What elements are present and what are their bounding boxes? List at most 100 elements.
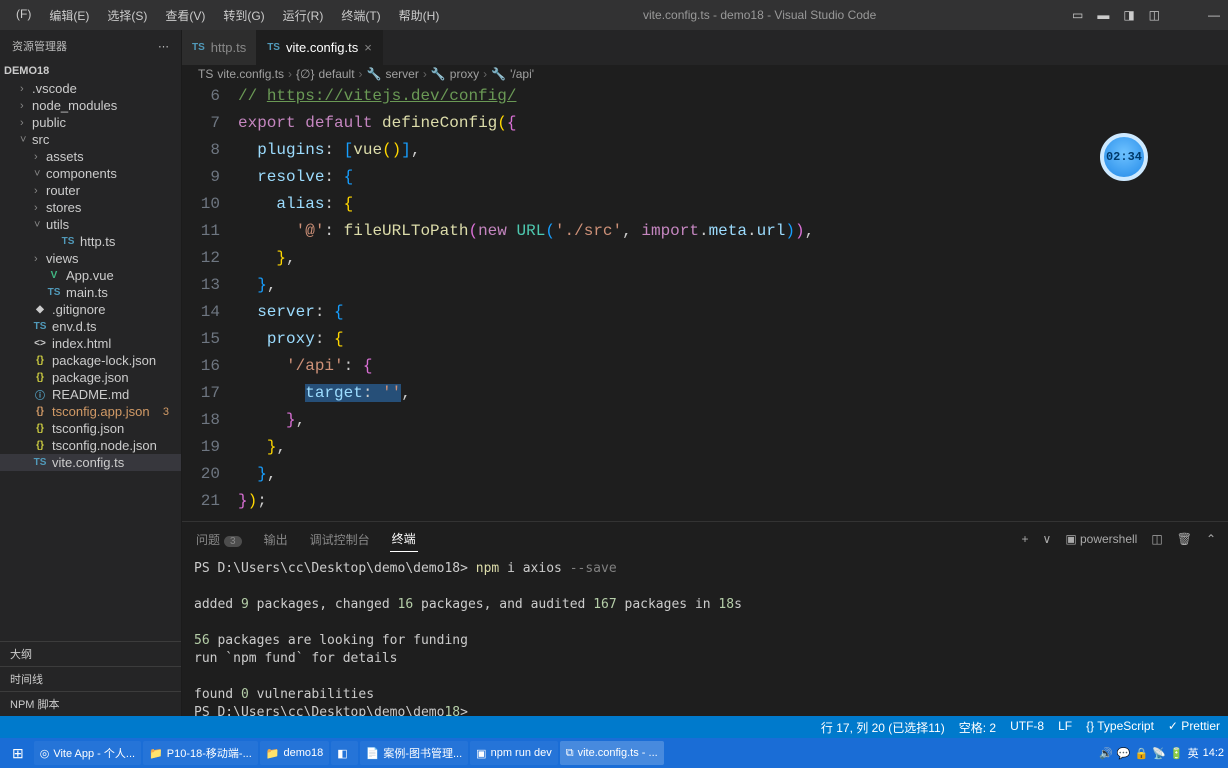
folder-item[interactable]: ˅src bbox=[0, 131, 181, 148]
npm-scripts-section[interactable]: NPM 脚本 bbox=[0, 691, 181, 716]
taskbar-item[interactable]: 📄案例-图书管理... bbox=[360, 741, 469, 765]
trash-icon[interactable]: 🗑 bbox=[1177, 532, 1192, 546]
status-item[interactable]: {} TypeScript bbox=[1086, 719, 1154, 736]
tray-item[interactable]: 💬 bbox=[1117, 747, 1131, 760]
timeline-section[interactable]: 时间线 bbox=[0, 666, 181, 691]
file-item[interactable]: {}tsconfig.app.json3 bbox=[0, 403, 181, 420]
panel-tab[interactable]: 输出 bbox=[262, 527, 290, 552]
code-line[interactable]: }); bbox=[238, 488, 1228, 515]
outline-section[interactable]: 大纲 bbox=[0, 641, 181, 666]
code-line[interactable]: '@': fileURLToPath(new URL('./src', impo… bbox=[238, 218, 1228, 245]
taskbar-item[interactable]: ▣npm run dev bbox=[470, 741, 558, 765]
folder-item[interactable]: ›assets bbox=[0, 148, 181, 165]
folder-item[interactable]: ›stores bbox=[0, 199, 181, 216]
menu-item[interactable]: 运行(R) bbox=[275, 5, 332, 26]
menu-item[interactable]: 帮助(H) bbox=[391, 5, 448, 26]
start-icon[interactable]: ⊞ bbox=[4, 745, 32, 762]
code-area[interactable]: // https://vitejs.dev/config/export defa… bbox=[238, 83, 1228, 521]
chevron-up-icon[interactable]: ⌃ bbox=[1206, 532, 1216, 546]
code-line[interactable]: }, bbox=[238, 407, 1228, 434]
code-line[interactable]: target: '', bbox=[238, 380, 1228, 407]
code-line[interactable]: export default defineConfig({ bbox=[238, 110, 1228, 137]
editor-tab[interactable]: TShttp.ts bbox=[182, 30, 257, 65]
taskbar-item[interactable]: ⧉vite.config.ts - ... bbox=[560, 741, 664, 765]
folder-item[interactable]: ›router bbox=[0, 182, 181, 199]
folder-item[interactable]: ›node_modules bbox=[0, 97, 181, 114]
editor-tab[interactable]: TSvite.config.ts× bbox=[257, 30, 383, 65]
menu-item[interactable]: (F) bbox=[8, 5, 39, 26]
shell-label[interactable]: ▣ powershell bbox=[1065, 532, 1137, 546]
tray-item[interactable]: 🔊 bbox=[1099, 747, 1113, 760]
tray-item[interactable]: 14:2 bbox=[1203, 747, 1224, 759]
file-item[interactable]: TSvite.config.ts bbox=[0, 454, 181, 471]
taskbar-item[interactable]: ◎Vite App - 个人... bbox=[34, 741, 141, 765]
sidebar-icon[interactable]: ◨ bbox=[1123, 8, 1134, 22]
code-line[interactable]: resolve: { bbox=[238, 164, 1228, 191]
close-icon[interactable]: × bbox=[364, 40, 372, 55]
status-item[interactable]: LF bbox=[1058, 719, 1072, 736]
breadcrumb[interactable]: TSvite.config.ts›{∅}default›🔧server›🔧pro… bbox=[182, 65, 1228, 83]
status-item[interactable]: UTF-8 bbox=[1010, 719, 1044, 736]
code-line[interactable]: server: { bbox=[238, 299, 1228, 326]
code-line[interactable]: }, bbox=[238, 245, 1228, 272]
panel-tab[interactable]: 终端 bbox=[390, 526, 418, 552]
minimize-icon[interactable]: — bbox=[1208, 8, 1220, 22]
file-item[interactable]: TSmain.ts bbox=[0, 284, 181, 301]
folder-item[interactable]: ›views bbox=[0, 250, 181, 267]
tray-item[interactable]: 🔋 bbox=[1170, 747, 1184, 760]
code-line[interactable]: alias: { bbox=[238, 191, 1228, 218]
file-item[interactable]: {}tsconfig.node.json bbox=[0, 437, 181, 454]
split-terminal-icon[interactable]: ∨ bbox=[1043, 532, 1052, 546]
more-icon[interactable]: ⋯ bbox=[158, 40, 169, 53]
menu-item[interactable]: 查看(V) bbox=[157, 5, 213, 26]
taskbar-item[interactable]: ◧ bbox=[331, 741, 357, 765]
file-item[interactable]: VApp.vue bbox=[0, 267, 181, 284]
folder-item[interactable]: ˅components bbox=[0, 165, 181, 182]
project-name[interactable]: DEMO18 bbox=[0, 62, 181, 80]
file-item[interactable]: TShttp.ts bbox=[0, 233, 181, 250]
taskbar-item[interactable]: 📁demo18 bbox=[260, 741, 329, 765]
code-line[interactable]: '/api': { bbox=[238, 353, 1228, 380]
code-line[interactable]: proxy: { bbox=[238, 326, 1228, 353]
terminal-output[interactable]: PS D:\Users\cc\Desktop\demo\demo18> npm … bbox=[182, 552, 1228, 716]
code-editor[interactable]: 6789101112131415161718192021 // https://… bbox=[182, 83, 1228, 521]
menu-item[interactable]: 转到(G) bbox=[215, 5, 272, 26]
tray-item[interactable]: 📡 bbox=[1152, 747, 1166, 760]
line-number: 11 bbox=[182, 218, 220, 245]
folder-item[interactable]: ˅utils bbox=[0, 216, 181, 233]
terminal-line: found 0 vulnerabilities bbox=[194, 686, 1216, 704]
customize-icon[interactable]: ◫ bbox=[1149, 8, 1160, 22]
panel-actions: + ∨ ▣ powershell ◫ 🗑 ⌃ bbox=[1022, 532, 1217, 546]
file-item[interactable]: ⓘREADME.md bbox=[0, 386, 181, 403]
panel-tab[interactable]: 调试控制台 bbox=[308, 527, 372, 552]
item-label: README.md bbox=[52, 387, 129, 402]
code-line[interactable]: }, bbox=[238, 272, 1228, 299]
status-item[interactable]: 空格: 2 bbox=[959, 719, 996, 736]
menu-item[interactable]: 终端(T) bbox=[333, 5, 388, 26]
add-terminal-icon[interactable]: + bbox=[1022, 532, 1029, 546]
panel-icon[interactable]: ▬ bbox=[1097, 8, 1109, 22]
file-item[interactable]: ◆.gitignore bbox=[0, 301, 181, 318]
file-item[interactable]: <>index.html bbox=[0, 335, 181, 352]
taskbar-item[interactable]: 📁P10-18-移动端-... bbox=[143, 741, 258, 765]
tray-item[interactable]: 英 bbox=[1188, 745, 1199, 761]
tray-item[interactable]: 🔒 bbox=[1134, 747, 1148, 760]
code-line[interactable]: }, bbox=[238, 434, 1228, 461]
folder-item[interactable]: ›.vscode bbox=[0, 80, 181, 97]
file-item[interactable]: {}package.json bbox=[0, 369, 181, 386]
file-item[interactable]: {}tsconfig.json bbox=[0, 420, 181, 437]
menu-item[interactable]: 选择(S) bbox=[99, 5, 155, 26]
code-line[interactable]: // https://vitejs.dev/config/ bbox=[238, 83, 1228, 110]
folder-item[interactable]: ›public bbox=[0, 114, 181, 131]
code-line[interactable]: plugins: [vue()], bbox=[238, 137, 1228, 164]
split-panel-icon[interactable]: ◫ bbox=[1151, 532, 1162, 546]
panel-tabs: 问题3 输出调试控制台终端 + ∨ ▣ powershell ◫ 🗑 ⌃ bbox=[182, 522, 1228, 552]
layout-icon[interactable]: ▭ bbox=[1072, 8, 1083, 22]
file-item[interactable]: TSenv.d.ts bbox=[0, 318, 181, 335]
code-line[interactable]: }, bbox=[238, 461, 1228, 488]
status-item[interactable]: ✓ Prettier bbox=[1168, 719, 1220, 736]
menu-item[interactable]: 编辑(E) bbox=[41, 5, 97, 26]
status-item[interactable]: 行 17, 列 20 (已选择11) bbox=[821, 719, 945, 736]
panel-tab[interactable]: 问题3 bbox=[194, 527, 244, 552]
file-item[interactable]: {}package-lock.json bbox=[0, 352, 181, 369]
